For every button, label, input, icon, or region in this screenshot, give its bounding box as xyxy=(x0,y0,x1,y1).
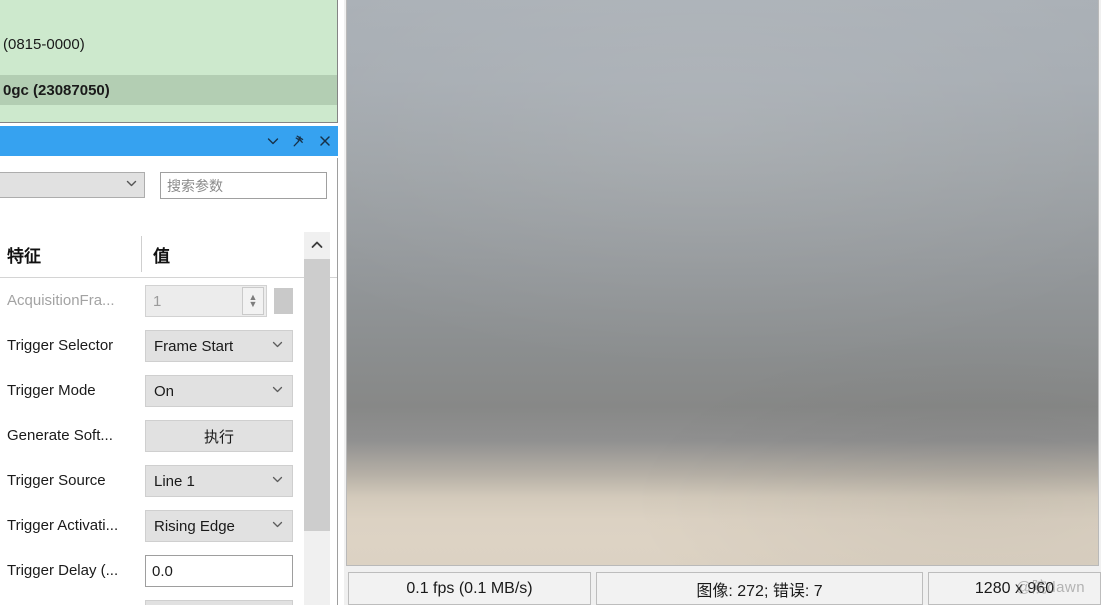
chevron-down-icon xyxy=(271,473,284,489)
param-value: On xyxy=(154,382,175,400)
device-tree-item-model-label: 0gc (23087050) xyxy=(3,81,110,99)
device-tree-item-model-selected[interactable]: 0gc (23087050) xyxy=(0,75,337,105)
param-value: 0.0 xyxy=(152,562,173,580)
table-row[interactable]: AcquisitionFra... 1 ▲ ▼ xyxy=(0,278,337,323)
param-execute-button[interactable]: 执行 xyxy=(145,420,293,452)
param-label: Trigger Mode xyxy=(7,382,96,399)
status-bar: 0.1 fps (0.1 MB/s) 图像: 272; 错误: 7 1280 x… xyxy=(344,566,1101,605)
param-value: 1 xyxy=(153,292,162,310)
param-value: Rising Edge xyxy=(154,517,235,535)
param-combo[interactable]: Line 1 xyxy=(145,465,293,497)
param-combo[interactable]: Rising Edge xyxy=(145,510,293,542)
left-panel: (0815-0000) 0gc (23087050) 搜索参数 特征 值 Acq… xyxy=(0,0,340,605)
table-row[interactable]: Trigger Activati... Rising Edge xyxy=(0,503,337,548)
close-icon[interactable] xyxy=(312,128,338,154)
app-window: (0815-0000) 0gc (23087050) 搜索参数 特征 值 Acq… xyxy=(0,0,1101,605)
status-panel-fps: 0.1 fps (0.1 MB/s) xyxy=(348,572,591,605)
table-row[interactable]: Trigger Source Line 1 xyxy=(0,458,337,503)
table-row[interactable]: Trigger Delay (... 0.0 xyxy=(0,548,337,593)
status-panel-resolution: 1280 x 960 xyxy=(928,572,1101,605)
param-label: Trigger Selector xyxy=(7,337,114,354)
param-partial-control xyxy=(145,600,293,605)
device-select[interactable] xyxy=(0,172,145,198)
column-header-value: 值 xyxy=(153,247,170,266)
spinner-arrows[interactable]: ▲ ▼ xyxy=(242,287,264,315)
dock-titlebar xyxy=(0,126,338,156)
table-scrollbar[interactable] xyxy=(304,232,330,605)
param-label: Trigger Delay (... xyxy=(7,562,119,579)
param-combo[interactable]: Frame Start xyxy=(145,330,293,362)
chevron-down-icon xyxy=(271,383,284,399)
table-row[interactable]: Trigger Mode On xyxy=(0,368,337,413)
table-row[interactable] xyxy=(0,593,337,605)
param-value: Frame Start xyxy=(154,337,234,355)
param-value: Line 1 xyxy=(154,472,195,490)
pin-icon[interactable] xyxy=(286,128,312,154)
table-row[interactable]: Generate Soft... 执行 xyxy=(0,413,337,458)
column-divider xyxy=(141,236,142,272)
column-header-feature: 特征 xyxy=(7,247,41,266)
parameter-table-header: 特征 值 xyxy=(0,232,337,278)
chevron-down-icon xyxy=(271,338,284,354)
image-view-area: 0.1 fps (0.1 MB/s) 图像: 272; 错误: 7 1280 x… xyxy=(344,0,1101,605)
device-tree: (0815-0000) 0gc (23087050) xyxy=(0,0,338,123)
param-spinner[interactable]: 1 ▲ ▼ xyxy=(145,285,267,317)
parameter-rows: AcquisitionFra... 1 ▲ ▼ Trigger Selector Fram… xyxy=(0,278,337,605)
param-text-input[interactable]: 0.0 xyxy=(145,555,293,587)
chevron-down-icon xyxy=(125,177,138,193)
camera-live-image[interactable] xyxy=(347,0,1098,565)
param-combo[interactable]: On xyxy=(145,375,293,407)
scrollbar-thumb[interactable] xyxy=(304,259,330,531)
camera-image-frame[interactable] xyxy=(346,0,1099,566)
chevron-up-icon[interactable] xyxy=(304,232,330,258)
chevron-down-icon xyxy=(271,518,284,534)
param-label: Generate Soft... xyxy=(7,427,113,444)
search-input[interactable] xyxy=(167,177,340,194)
device-tree-item-serial[interactable]: (0815-0000) xyxy=(0,26,337,62)
chevron-down-icon[interactable] xyxy=(260,128,286,154)
row-extra-block xyxy=(274,288,293,314)
status-panel-image-count: 图像: 272; 错误: 7 xyxy=(596,572,923,605)
param-label: Trigger Activati... xyxy=(7,517,119,534)
param-label: AcquisitionFra... xyxy=(7,292,115,309)
param-value: 执行 xyxy=(203,428,234,446)
search-box[interactable] xyxy=(160,172,340,199)
table-row[interactable]: Trigger Selector Frame Start xyxy=(0,323,337,368)
param-label: Trigger Source xyxy=(7,472,106,489)
parameter-table: 特征 值 AcquisitionFra... 1 ▲ ▼ Trigger Selecto… xyxy=(0,210,338,605)
dock-toolbar xyxy=(0,158,340,210)
device-tree-item-serial-label: (0815-0000) xyxy=(3,35,85,53)
